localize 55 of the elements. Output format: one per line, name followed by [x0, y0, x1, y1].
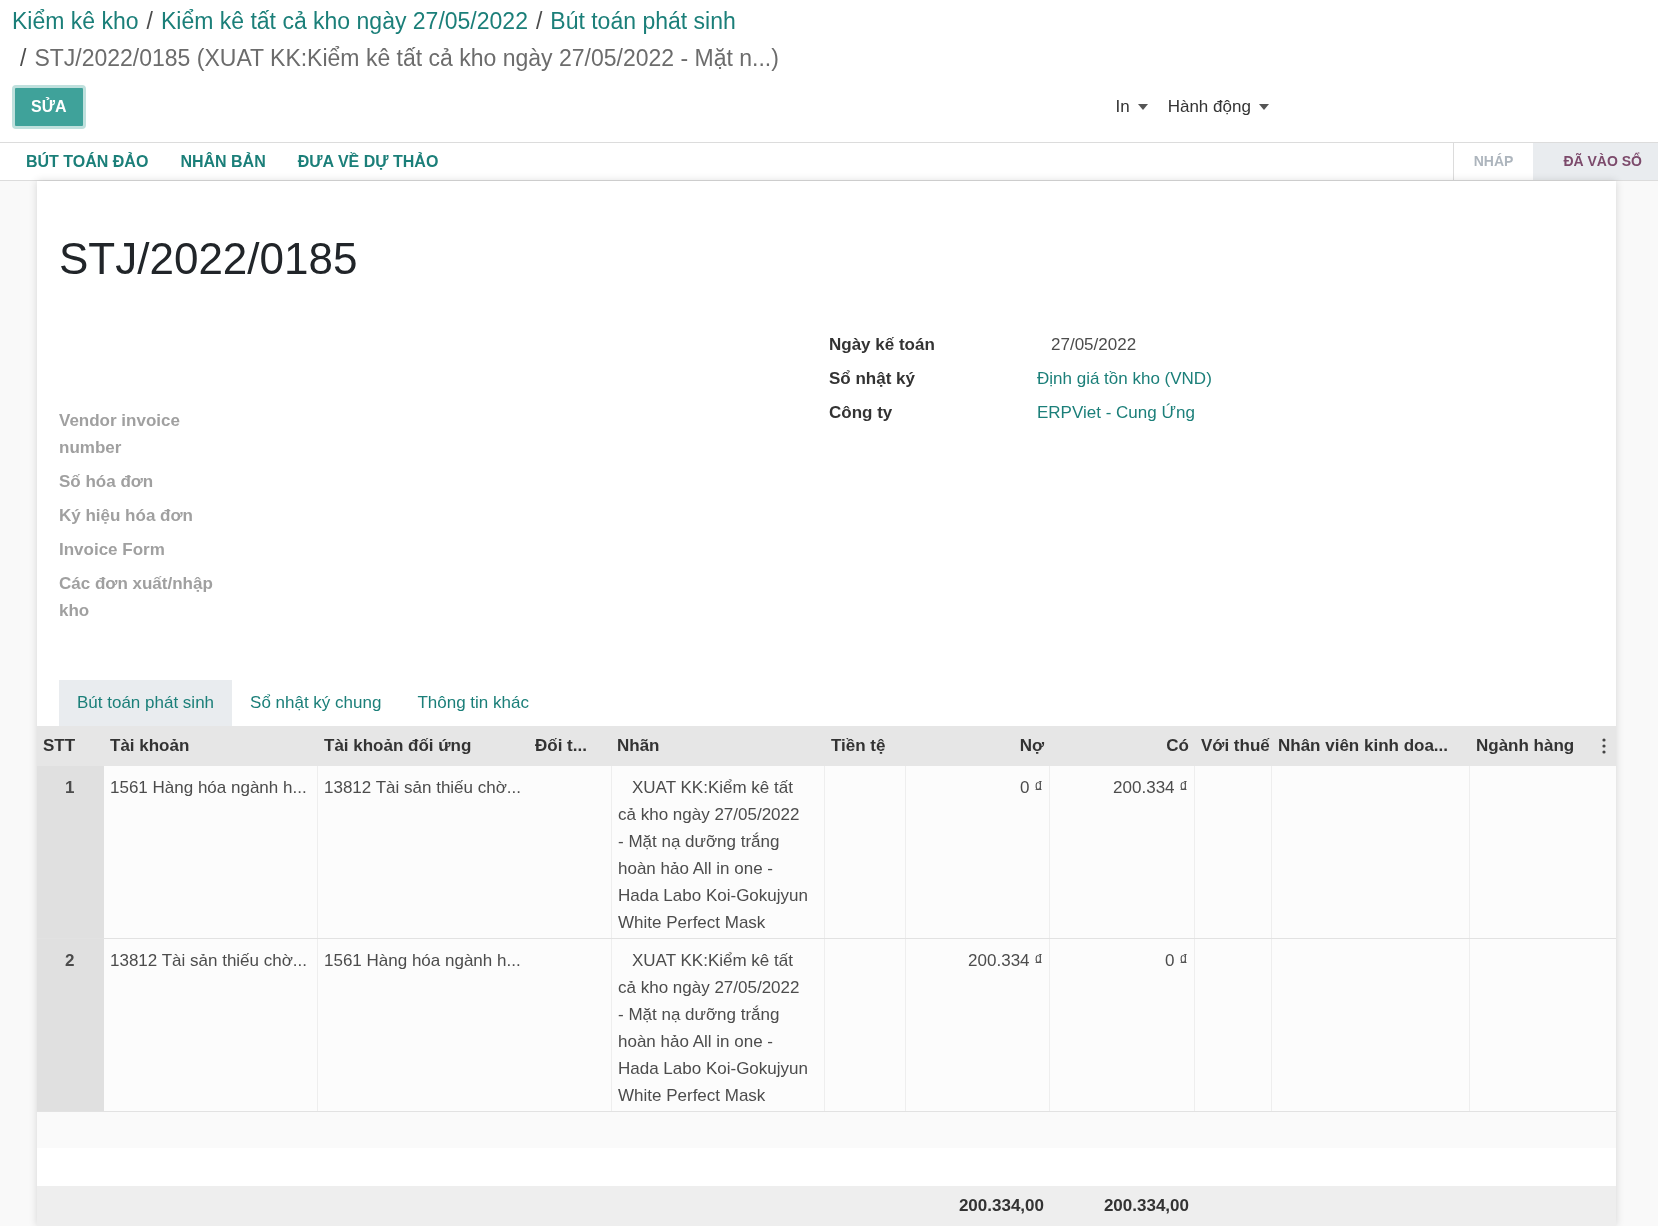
- row-number: 1: [37, 766, 104, 938]
- field-label: Invoice Form: [59, 539, 166, 561]
- record-title: STJ/2022/0185: [59, 233, 359, 285]
- breadcrumb-current: STJ/2022/0185 (XUAT KK:Kiểm kê tất cả kho ngày 27/05/2022 - Mặt n...): [34, 44, 779, 73]
- column-header[interactable]: Với thuế: [1195, 733, 1272, 759]
- field-label: Công ty: [829, 402, 894, 424]
- column-header[interactable]: Có: [1050, 733, 1195, 759]
- caret-icon: [1258, 104, 1269, 110]
- table-cell-text: 13812 Tài sản thiếu chờ...: [323, 777, 523, 799]
- field-label: Sổ nhật ký: [829, 368, 916, 390]
- column-header[interactable]: Ngành hàng: [1470, 733, 1592, 759]
- field-label: Số hóa đơn: [59, 471, 155, 493]
- dropdown-menu-button[interactable]: In: [1115, 94, 1148, 120]
- table-cell: 0 ₫: [1050, 939, 1195, 1111]
- tab[interactable]: Bút toán phát sinh: [59, 680, 233, 726]
- table-cell: 200.334 ₫: [906, 939, 1050, 1111]
- field-label: Ngày kế toán: [829, 334, 936, 356]
- status-step[interactable]: ĐÃ VÀO SỔ: [1533, 143, 1658, 180]
- edit-button[interactable]: SỬA: [12, 85, 86, 129]
- column-header[interactable]: Nợ: [906, 733, 1050, 759]
- total-credit: 200.334,00: [1102, 1195, 1190, 1218]
- action-button[interactable]: ĐƯA VỀ DỰ THẢO: [297, 149, 439, 174]
- column-header[interactable]: Tài khoản: [104, 733, 318, 759]
- field-link[interactable]: ERPViet - Cung Ứng: [1037, 399, 1195, 427]
- field-link[interactable]: Định giá tồn kho (VND): [1037, 365, 1212, 393]
- total-debit: 200.334,00: [957, 1195, 1045, 1218]
- field-label: Các đơn xuất/nhập kho: [59, 573, 214, 622]
- column-header[interactable]: Tài khoản đối ứng: [318, 733, 529, 759]
- breadcrumb-separator: /: [535, 7, 543, 36]
- breadcrumb-link[interactable]: Bút toán phát sinh: [550, 4, 736, 38]
- field-label: Ký hiệu hóa đơn: [59, 505, 194, 527]
- breadcrumb-link[interactable]: Kiểm kê kho: [12, 4, 139, 38]
- field-value: 27/05/2022: [1050, 334, 1137, 356]
- more-options-icon[interactable]: [1602, 738, 1606, 754]
- action-button[interactable]: BÚT TOÁN ĐẢO: [26, 149, 149, 174]
- table-cell-text: 1561 Hàng hóa ngành h...: [323, 950, 522, 972]
- table-cell: 0 ₫: [906, 766, 1050, 938]
- breadcrumb-link[interactable]: Kiểm kê tất cả kho ngày 27/05/2022: [160, 4, 528, 38]
- action-button[interactable]: NHÂN BẢN: [180, 149, 266, 174]
- table-cell: 13812 Tài sản thiếu chờ...: [104, 939, 318, 1111]
- column-header[interactable]: Đối t...: [529, 733, 611, 759]
- dropdown-menu-button[interactable]: Hành động: [1167, 94, 1269, 120]
- table-cell: 200.334 ₫: [1050, 766, 1195, 938]
- column-header[interactable]: Nhãn: [611, 733, 825, 759]
- column-header[interactable]: STT: [37, 733, 104, 759]
- breadcrumb-separator: /: [20, 44, 27, 73]
- table-cell: XUAT KK:Kiểm kê tất cả kho ngày 27/05/2022 - Mặt nạ dưỡng trắng hoàn hảo All in one - Hada Labo Koi-Gokujyun White Perfect Mask: [611, 766, 825, 938]
- field-label: Vendor invoice number: [59, 410, 181, 459]
- breadcrumb-separator: /: [146, 7, 153, 36]
- column-header[interactable]: Nhân viên kinh doa...: [1272, 733, 1470, 759]
- table-cell: 1561 Hàng hóa ngành h...: [104, 766, 318, 938]
- caret-icon: [1137, 104, 1148, 110]
- row-number: 2: [37, 939, 104, 1111]
- column-header[interactable]: Tiền tệ: [825, 733, 906, 759]
- table-cell: XUAT KK:Kiểm kê tất cả kho ngày 27/05/2022 - Mặt nạ dưỡng trắng hoàn hảo All in one - Hada Labo Koi-Gokujyun White Perfect Mask: [611, 939, 825, 1111]
